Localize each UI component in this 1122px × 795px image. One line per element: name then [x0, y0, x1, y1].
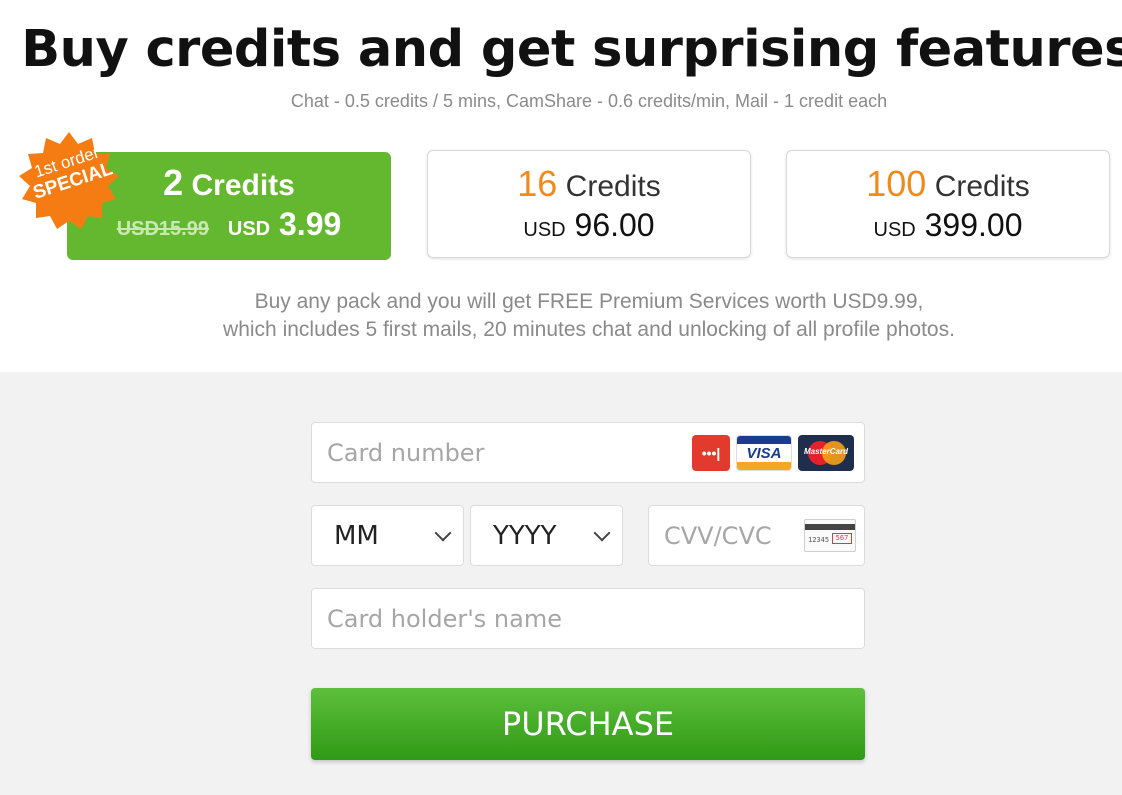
pack-unit: Credits	[934, 170, 1030, 203]
pricing-section: Buy credits and get surprising features!…	[0, 0, 1122, 372]
expiry-year-value: YYYY	[493, 520, 557, 551]
cvv-field[interactable]: 12345 567	[648, 505, 865, 566]
card-generic-icon: •••|	[692, 435, 730, 471]
currency: USD	[523, 219, 566, 241]
pack-price: USD 96.00	[428, 206, 750, 249]
premium-info-line-1: Buy any pack and you will get FREE Premi…	[254, 290, 924, 313]
premium-info-line-2: which includes 5 first mails, 20 minutes…	[223, 318, 955, 341]
pack-price: USD 399.00	[787, 206, 1109, 249]
price-value: 3.99	[279, 206, 342, 242]
pack-amount: 2	[163, 162, 184, 203]
expiry-month-value: MM	[334, 520, 379, 551]
premium-info: Buy any pack and you will get FREE Premi…	[0, 288, 1122, 344]
pack-credits: 16 Credits	[428, 165, 750, 206]
expiry-month-select[interactable]: MM	[311, 505, 464, 566]
price-value: 96.00	[574, 207, 655, 243]
purchase-button[interactable]: PURCHASE	[311, 688, 865, 760]
pricing-subtitle: Chat - 0.5 credits / 5 mins, CamShare - …	[290, 91, 888, 111]
page-title: Buy credits and get surprising features!	[21, 20, 1122, 79]
card-number-field[interactable]: •••| VISA MasterCard	[311, 422, 865, 483]
price-value: 399.00	[924, 207, 1023, 243]
visa-icon: VISA	[736, 435, 792, 471]
chevron-down-icon	[593, 524, 611, 541]
mastercard-icon: MasterCard	[798, 435, 854, 471]
pack-16-credits[interactable]: 16 Credits USD 96.00	[427, 150, 751, 258]
special-offer-badge: 1st order SPECIAL	[14, 130, 124, 230]
expiry-year-select[interactable]: YYYY	[470, 505, 623, 566]
currency: USD	[227, 218, 271, 240]
pack-100-credits[interactable]: 100 Credits USD 399.00	[786, 150, 1110, 258]
pack-unit: Credits	[191, 169, 295, 202]
old-price: USD15.99	[116, 218, 209, 240]
pack-amount: 16	[517, 163, 558, 204]
chevron-down-icon	[434, 524, 452, 541]
pack-unit: Credits	[565, 170, 661, 203]
pack-amount: 100	[866, 163, 927, 204]
card-holder-field[interactable]	[311, 588, 865, 649]
currency: USD	[873, 219, 916, 241]
pack-credits: 100 Credits	[787, 165, 1109, 206]
card-holder-input[interactable]	[312, 589, 864, 648]
card-brand-icons: •••| VISA MasterCard	[692, 435, 854, 471]
cvv-card-icon: 12345 567	[804, 519, 856, 552]
